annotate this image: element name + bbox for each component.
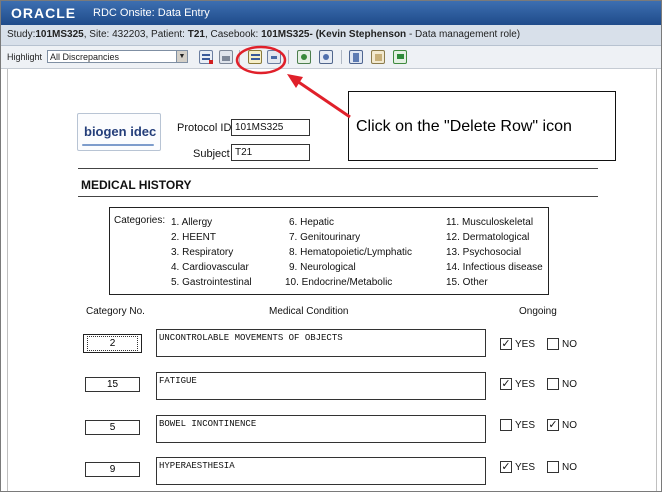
category-item: 6. Hepatic bbox=[289, 217, 335, 228]
patient-label: , Patient: bbox=[145, 29, 188, 40]
audit-history-icon[interactable] bbox=[297, 50, 311, 64]
medical-condition-field[interactable]: FATIGUE bbox=[156, 372, 486, 400]
medical-condition-header: Medical Condition bbox=[269, 306, 349, 317]
highlight-label: Highlight bbox=[7, 52, 43, 62]
yes-label: YES bbox=[515, 379, 536, 390]
copy-icon[interactable] bbox=[371, 50, 385, 64]
category-item: 8. Hematopoietic/Lymphatic bbox=[289, 247, 413, 258]
subject-field[interactable]: T21 bbox=[231, 144, 310, 161]
delete-row-icon[interactable] bbox=[267, 50, 281, 64]
highlight-select[interactable]: All Discrepancies bbox=[47, 50, 187, 63]
category-no-field[interactable]: 15 bbox=[85, 377, 140, 392]
print-icon[interactable] bbox=[219, 50, 233, 64]
chevron-down-icon[interactable]: ▼ bbox=[176, 50, 188, 63]
oracle-logo: ORACLE bbox=[11, 5, 77, 21]
toolbar-separator bbox=[239, 50, 240, 64]
study-info: Study:101MS325, Site: 432203, Patient: T… bbox=[7, 29, 520, 40]
logo-text: biogen idec bbox=[84, 124, 157, 139]
category-item: 13. Psychosocial bbox=[446, 247, 522, 258]
category-no-header: Category No. bbox=[86, 306, 145, 317]
ongoing-yes-checkbox[interactable]: ✓ bbox=[500, 461, 512, 473]
category-item: 12. Dermatological bbox=[446, 232, 530, 243]
no-label: NO bbox=[562, 339, 577, 350]
app-window: ORACLE RDC Onsite: Data Entry Study:101M… bbox=[0, 0, 662, 492]
study-info-bar: Study:101MS325, Site: 432203, Patient: T… bbox=[1, 25, 661, 46]
patient-value: T21 bbox=[187, 29, 205, 40]
ongoing-yes-checkbox[interactable]: ✓ bbox=[500, 338, 512, 350]
section-title: MEDICAL HISTORY bbox=[81, 178, 192, 192]
ongoing-header: Ongoing bbox=[519, 306, 557, 317]
user-role: - Data management role) bbox=[406, 29, 521, 40]
category-item: 2. HEENT bbox=[171, 232, 217, 243]
protocol-id-field[interactable]: 101MS325 bbox=[231, 119, 310, 136]
category-no-value: 2 bbox=[87, 336, 138, 351]
toolbar-separator bbox=[341, 50, 342, 64]
divider-bottom bbox=[78, 196, 598, 197]
medical-condition-field[interactable]: HYPERAESTHESIA bbox=[156, 457, 486, 485]
trash-icon[interactable] bbox=[349, 50, 363, 64]
category-no-field[interactable]: 9 bbox=[85, 462, 140, 477]
sponsor-logo: biogen idec bbox=[77, 113, 161, 151]
app-title: RDC Onsite: Data Entry bbox=[93, 7, 210, 19]
medical-condition-field[interactable]: UNCONTROLABLE MOVEMENTS OF OBJECTS bbox=[156, 329, 486, 357]
save-icon[interactable] bbox=[393, 50, 407, 64]
casebook-label: , Casebook: bbox=[204, 29, 262, 40]
subject-label: Subject bbox=[193, 148, 230, 160]
ongoing-no-checkbox[interactable] bbox=[547, 461, 559, 473]
study-label: Study: bbox=[7, 29, 36, 40]
site-value: 432203 bbox=[112, 29, 146, 40]
protocol-id-label: Protocol ID bbox=[177, 122, 232, 134]
category-item: 10. Endocrine/Metabolic bbox=[285, 277, 393, 288]
discrepancy-icon[interactable] bbox=[199, 50, 213, 64]
ongoing-no-checkbox[interactable]: ✓ bbox=[547, 419, 559, 431]
category-item: 9. Neurological bbox=[289, 262, 356, 273]
casebook-value: 101MS325 bbox=[261, 29, 310, 40]
divider-top bbox=[78, 168, 598, 169]
ongoing-no-checkbox[interactable] bbox=[547, 338, 559, 350]
no-label: NO bbox=[562, 420, 577, 431]
edit-row-icon[interactable] bbox=[248, 50, 262, 64]
category-item: 14. Infectious disease bbox=[446, 262, 543, 273]
category-item: 1. Allergy bbox=[171, 217, 213, 228]
category-item: 11. Musculoskeletal bbox=[446, 217, 534, 228]
ongoing-yes-checkbox[interactable] bbox=[500, 419, 512, 431]
category-item: 7. Genitourinary bbox=[289, 232, 361, 243]
category-item: 5. Gastrointestinal bbox=[171, 277, 252, 288]
category-item: 4. Cardiovascular bbox=[171, 262, 249, 273]
callout-text: Click on the "Delete Row" icon bbox=[356, 118, 572, 135]
yes-label: YES bbox=[515, 420, 536, 431]
instruction-callout: Click on the "Delete Row" icon bbox=[348, 91, 616, 161]
medical-condition-field[interactable]: BOWEL INCONTINENCE bbox=[156, 415, 486, 443]
logo-swoosh bbox=[82, 144, 154, 146]
no-label: NO bbox=[562, 379, 577, 390]
category-item: 15. Other bbox=[446, 277, 488, 288]
yes-label: YES bbox=[515, 339, 536, 350]
title-bar: ORACLE RDC Onsite: Data Entry bbox=[1, 1, 661, 25]
yes-label: YES bbox=[515, 462, 536, 473]
study-value: 101MS325 bbox=[35, 29, 84, 40]
site-label: , Site: bbox=[83, 29, 113, 40]
ongoing-no-checkbox[interactable] bbox=[547, 378, 559, 390]
ongoing-yes-checkbox[interactable]: ✓ bbox=[500, 378, 512, 390]
category-no-field[interactable]: 5 bbox=[85, 420, 140, 435]
investigator-comments-icon[interactable] bbox=[319, 50, 333, 64]
category-no-field[interactable]: 2 bbox=[83, 334, 142, 353]
category-item: 3. Respiratory bbox=[171, 247, 234, 258]
toolbar-separator bbox=[288, 50, 289, 64]
no-label: NO bbox=[562, 462, 577, 473]
toolbar: Highlight All Discrepancies ▼ bbox=[1, 46, 661, 69]
categories-label: Categories: bbox=[114, 215, 166, 226]
user-name: - (Kevin Stephenson bbox=[309, 29, 407, 40]
